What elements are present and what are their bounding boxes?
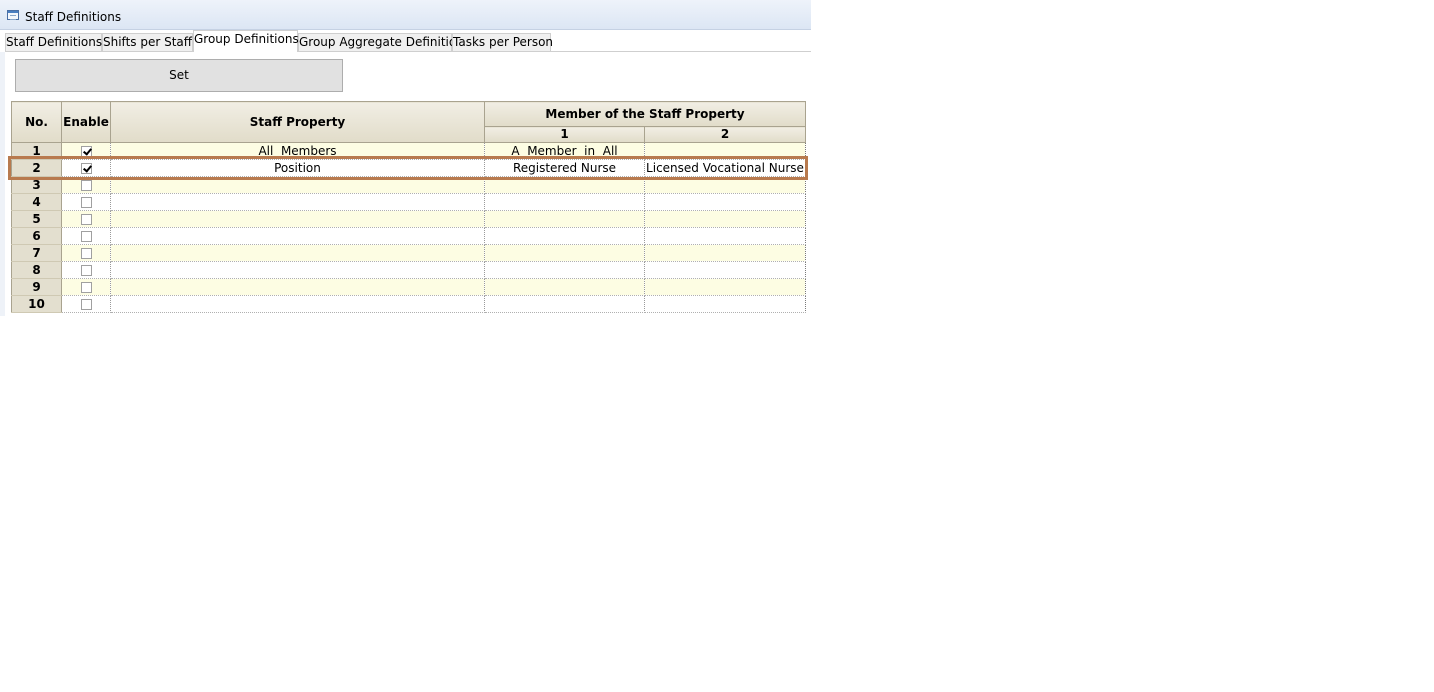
enable-checkbox[interactable] [80, 213, 92, 225]
tab-strip: Staff Definitions Shifts per Staff Group… [5, 30, 811, 52]
enable-checkbox[interactable] [80, 281, 92, 293]
enable-checkbox[interactable] [80, 264, 92, 276]
member-2-cell[interactable] [644, 261, 806, 279]
tab-staff-definitions[interactable]: Staff Definitions [5, 33, 102, 51]
header-staff-property[interactable]: Staff Property [110, 101, 485, 143]
enable-cell[interactable] [61, 244, 111, 262]
table-row[interactable]: 1 All Members A Member in All [11, 142, 806, 160]
enable-checkbox[interactable] [80, 179, 92, 191]
left-edge [0, 52, 5, 316]
table-row[interactable]: 5 [11, 210, 806, 228]
enable-cell[interactable] [61, 261, 111, 279]
enable-checkbox[interactable] [80, 146, 92, 157]
member-2-cell[interactable] [644, 176, 806, 194]
enable-checkbox[interactable] [80, 298, 92, 310]
row-number[interactable]: 9 [11, 278, 62, 296]
table-row[interactable]: 6 [11, 227, 806, 245]
header-member-of-staff-property[interactable]: Member of the Staff Property [484, 101, 806, 127]
member-1-cell[interactable]: A Member in All [484, 142, 645, 160]
row-number[interactable]: 4 [11, 193, 62, 211]
member-2-cell[interactable]: Licensed Vocational Nurse [644, 159, 806, 177]
staff-property-cell[interactable]: All Members [110, 142, 485, 160]
enable-checkbox[interactable] [80, 196, 92, 208]
table-row[interactable]: 7 [11, 244, 806, 262]
enable-checkbox[interactable] [80, 230, 92, 242]
member-2-cell[interactable] [644, 193, 806, 211]
row-number[interactable]: 3 [11, 176, 62, 194]
group-definitions-grid: No. Enable Staff Property Member of the … [11, 101, 806, 313]
set-button[interactable]: Set [15, 59, 343, 92]
member-2-cell[interactable] [644, 142, 806, 160]
enable-cell[interactable] [61, 227, 111, 245]
row-number[interactable]: 7 [11, 244, 62, 262]
header-enable[interactable]: Enable [61, 101, 111, 143]
enable-cell[interactable] [61, 210, 111, 228]
member-2-cell[interactable] [644, 295, 806, 313]
enable-cell[interactable] [61, 142, 111, 160]
staff-property-cell[interactable] [110, 210, 485, 228]
enable-cell[interactable] [61, 278, 111, 296]
member-1-cell[interactable] [484, 278, 645, 296]
header-no[interactable]: No. [11, 101, 62, 143]
row-number[interactable]: 1 [11, 142, 62, 160]
title-bar: Staff Definitions [0, 0, 811, 30]
table-row[interactable]: 2 Position Registered Nurse Licensed Voc… [11, 159, 806, 177]
row-number[interactable]: 2 [11, 159, 62, 177]
tab-group-definitions[interactable]: Group Definitions [193, 30, 299, 52]
row-number[interactable]: 10 [11, 295, 62, 313]
tab-shifts-per-staff[interactable]: Shifts per Staff [102, 33, 193, 51]
enable-cell[interactable] [61, 159, 111, 177]
enable-checkbox[interactable] [80, 247, 92, 259]
member-1-cell[interactable] [484, 227, 645, 245]
table-row[interactable]: 3 [11, 176, 806, 194]
enable-cell[interactable] [61, 295, 111, 313]
table-row[interactable]: 10 [11, 295, 806, 313]
member-1-cell[interactable]: Registered Nurse [484, 159, 645, 177]
table-row[interactable]: 4 [11, 193, 806, 211]
staff-property-cell[interactable] [110, 227, 485, 245]
enable-cell[interactable] [61, 176, 111, 194]
header-member-2[interactable]: 2 [644, 126, 806, 143]
row-number[interactable]: 6 [11, 227, 62, 245]
member-2-cell[interactable] [644, 278, 806, 296]
staff-property-cell[interactable] [110, 295, 485, 313]
staff-definitions-window: Staff Definitions Staff Definitions Shif… [0, 0, 811, 316]
staff-property-cell[interactable] [110, 193, 485, 211]
staff-property-cell[interactable] [110, 278, 485, 296]
table-row[interactable]: 8 [11, 261, 806, 279]
header-member-1[interactable]: 1 [484, 126, 645, 143]
staff-property-cell[interactable] [110, 261, 485, 279]
window-title: Staff Definitions [25, 10, 122, 24]
table-row[interactable]: 9 [11, 278, 806, 296]
staff-property-cell[interactable] [110, 176, 485, 194]
member-2-cell[interactable] [644, 244, 806, 262]
window-icon [7, 10, 19, 20]
tab-group-aggregate-definitions[interactable]: Group Aggregate Definitions [298, 33, 470, 51]
row-number[interactable]: 8 [11, 261, 62, 279]
member-1-cell[interactable] [484, 295, 645, 313]
member-1-cell[interactable] [484, 193, 645, 211]
tab-tasks-per-person[interactable]: Tasks per Person [452, 33, 553, 51]
member-2-cell[interactable] [644, 227, 806, 245]
member-1-cell[interactable] [484, 176, 645, 194]
staff-property-cell[interactable]: Position [110, 159, 485, 177]
row-number[interactable]: 5 [11, 210, 62, 228]
member-2-cell[interactable] [644, 210, 806, 228]
member-1-cell[interactable] [484, 210, 645, 228]
member-1-cell[interactable] [484, 261, 645, 279]
member-1-cell[interactable] [484, 244, 645, 262]
enable-cell[interactable] [61, 193, 111, 211]
staff-property-cell[interactable] [110, 244, 485, 262]
enable-checkbox[interactable] [80, 162, 92, 174]
